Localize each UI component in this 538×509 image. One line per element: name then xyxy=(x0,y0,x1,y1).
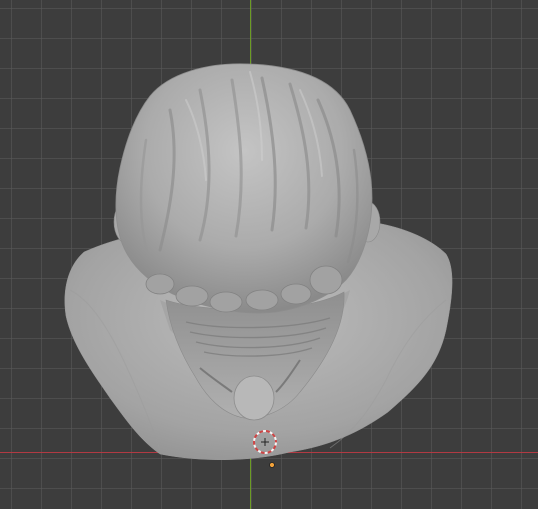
3d-viewport[interactable] xyxy=(0,0,538,509)
nose-tip xyxy=(233,375,275,421)
scene-canvas xyxy=(64,63,453,468)
object-origin-icon xyxy=(269,462,275,468)
